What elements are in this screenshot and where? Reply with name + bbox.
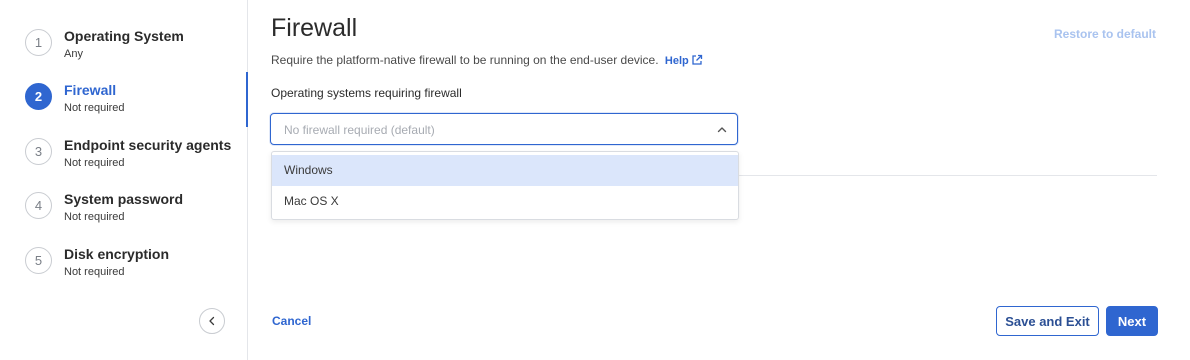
restore-to-default-link[interactable]: Restore to default — [1054, 27, 1156, 41]
option-mac-os-x[interactable]: Mac OS X — [272, 186, 738, 217]
save-and-exit-button[interactable]: Save and Exit — [996, 306, 1099, 336]
collapse-sidebar-button[interactable] — [199, 308, 225, 334]
step-status: Not required — [64, 102, 125, 114]
app: 1 Operating System Any 2 Firewall Not re… — [0, 0, 1190, 360]
page-title: Firewall — [271, 14, 358, 42]
help-link[interactable]: Help — [664, 54, 703, 67]
section-divider — [738, 175, 1157, 176]
active-step-indicator — [246, 72, 248, 127]
external-link-icon — [692, 54, 702, 65]
step-title: Endpoint security agents — [64, 137, 232, 153]
firewall-os-dropdown-menu: Windows Mac OS X — [271, 151, 739, 220]
chevron-up-icon[interactable] — [717, 125, 727, 135]
select-placeholder: No firewall required (default) — [284, 123, 435, 137]
step-title: System password — [64, 191, 184, 207]
step-endpoint-security-agents[interactable]: 3 Endpoint security agents Not required — [0, 136, 247, 182]
chevron-left-icon — [209, 316, 215, 326]
description-text: Require the platform-native firewall to … — [271, 53, 659, 67]
next-button[interactable]: Next — [1106, 306, 1158, 336]
step-number: 5 — [25, 247, 52, 274]
description: Require the platform-native firewall to … — [271, 53, 703, 67]
step-number: 4 — [25, 192, 52, 219]
step-number: 2 — [25, 83, 52, 110]
firewall-os-label: Operating systems requiring firewall — [271, 86, 462, 100]
steps-sidebar: 1 Operating System Any 2 Firewall Not re… — [0, 0, 248, 360]
step-number: 1 — [25, 29, 52, 56]
step-status: Not required — [64, 211, 125, 223]
help-label: Help — [664, 55, 689, 67]
step-status: Not required — [64, 157, 125, 169]
step-status: Not required — [64, 266, 125, 278]
step-title: Operating System — [64, 28, 184, 44]
step-number: 3 — [25, 138, 52, 165]
step-status: Any — [64, 48, 83, 60]
step-title: Firewall — [64, 82, 117, 98]
step-title: Disk encryption — [64, 246, 170, 262]
cancel-button[interactable]: Cancel — [272, 314, 311, 328]
option-windows[interactable]: Windows — [272, 155, 738, 186]
step-firewall[interactable]: 2 Firewall Not required — [0, 81, 247, 127]
step-operating-system[interactable]: 1 Operating System Any — [0, 27, 247, 73]
step-disk-encryption[interactable]: 5 Disk encryption Not required — [0, 245, 247, 291]
step-system-password[interactable]: 4 System password Not required — [0, 190, 247, 236]
firewall-os-select[interactable]: No firewall required (default) — [270, 113, 738, 145]
